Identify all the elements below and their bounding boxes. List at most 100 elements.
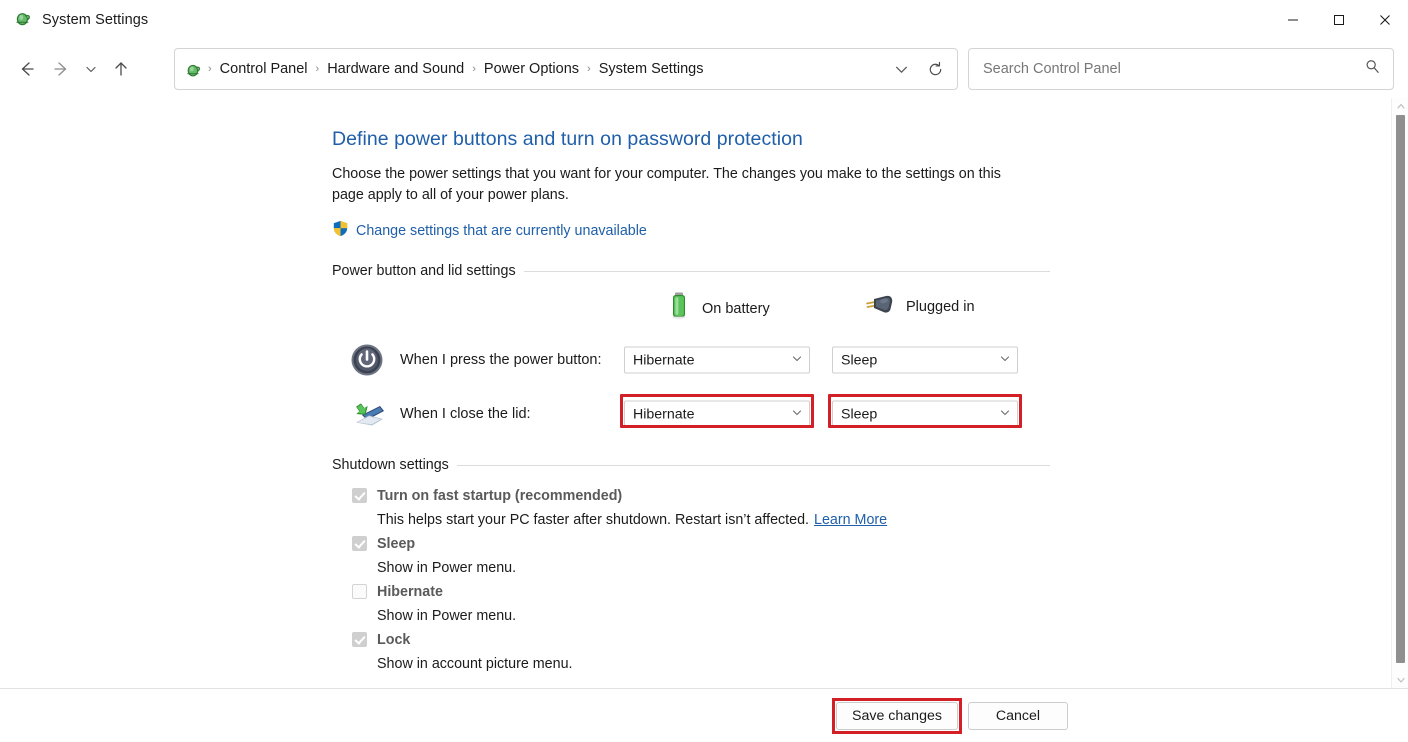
- system-settings-window: System Settings › Control Panel › Hardwa…: [0, 0, 1408, 742]
- vertical-scrollbar[interactable]: [1391, 98, 1408, 688]
- chevron-down-icon: [791, 405, 803, 423]
- group-divider: [456, 464, 1050, 466]
- setting-row-close-lid: When I close the lid: Hibernate Sleep: [332, 387, 1052, 441]
- maximize-button[interactable]: [1316, 0, 1362, 40]
- checkbox-row-lock[interactable]: Lock: [352, 627, 1052, 652]
- checkbox-sleep[interactable]: [352, 536, 367, 551]
- settings-page: Define power buttons and turn on passwor…: [332, 98, 1052, 675]
- battery-icon: [666, 291, 692, 326]
- page-title: Define power buttons and turn on passwor…: [332, 128, 803, 150]
- learn-more-link[interactable]: Learn More: [814, 512, 887, 528]
- breadcrumb-item-control-panel[interactable]: Control Panel: [214, 57, 314, 81]
- title-bar-left: System Settings: [0, 9, 148, 32]
- search-icon[interactable]: [1364, 58, 1381, 80]
- checkbox-sub-fast-startup: This helps start your PC faster after sh…: [377, 508, 1052, 531]
- checkbox-row-fast-startup[interactable]: Turn on fast startup (recommended): [352, 483, 1052, 508]
- checkbox-sub-text: This helps start your PC faster after sh…: [377, 511, 810, 528]
- checkbox-lock[interactable]: [352, 632, 367, 647]
- breadcrumb-item-hardware-and-sound[interactable]: Hardware and Sound: [321, 57, 470, 81]
- checkbox-sub-hibernate: Show in Power menu.: [377, 604, 1052, 627]
- content-area: Define power buttons and turn on passwor…: [0, 98, 1408, 688]
- minimize-button[interactable]: [1270, 0, 1316, 40]
- title-bar: System Settings: [0, 0, 1408, 40]
- setting-label-power-button: When I press the power button:: [400, 352, 602, 368]
- dropdown-close-lid-plugged-in[interactable]: Sleep: [832, 400, 1018, 428]
- checkbox-label-lock: Lock: [377, 631, 411, 648]
- column-label-on-battery: On battery: [702, 300, 770, 317]
- checkbox-row-hibernate[interactable]: Hibernate: [352, 579, 1052, 604]
- up-arrow-icon: [115, 62, 127, 76]
- recent-locations-button[interactable]: [78, 52, 104, 86]
- setting-row-power-button: When I press the power button: Hibernate…: [332, 333, 1052, 387]
- dropdown-close-lid-on-battery[interactable]: Hibernate: [624, 400, 810, 428]
- checkbox-sub-sleep: Show in Power menu.: [377, 556, 1052, 579]
- window-controls: [1270, 0, 1408, 40]
- chevron-down-icon: [999, 405, 1011, 423]
- close-icon: [1380, 15, 1390, 25]
- power-lid-group-header: Power button and lid settings: [332, 263, 1050, 279]
- save-changes-button[interactable]: Save changes: [836, 702, 958, 730]
- power-options-icon: [185, 61, 202, 78]
- address-bar[interactable]: › Control Panel › Hardware and Sound › P…: [174, 48, 958, 90]
- maximize-icon: [1334, 15, 1344, 25]
- search-box[interactable]: [968, 48, 1394, 90]
- dropdown-value: Hibernate: [633, 352, 695, 368]
- group-divider: [523, 270, 1050, 272]
- power-options-icon: [14, 9, 32, 32]
- checkbox-sub-text: Show in Power menu.: [377, 607, 517, 624]
- breadcrumb-separator: ›: [472, 63, 476, 75]
- checkbox-label-fast-startup: Turn on fast startup (recommended): [377, 487, 623, 504]
- breadcrumb-separator: ›: [315, 63, 320, 75]
- dropdown-power-button-on-battery[interactable]: Hibernate: [624, 346, 810, 374]
- uac-change-settings-link[interactable]: Change settings that are currently unava…: [356, 223, 647, 239]
- column-headers: On battery Plugged in: [332, 291, 1052, 333]
- chevron-down-icon: [791, 351, 803, 369]
- shutdown-group-label: Shutdown settings: [332, 457, 449, 473]
- footer-bar: Save changes Cancel: [0, 689, 1408, 742]
- refresh-icon: [929, 61, 941, 75]
- checkbox-sub-text: Show in account picture menu.: [377, 655, 573, 672]
- nav-buttons: [0, 52, 138, 86]
- checkbox-label-sleep: Sleep: [377, 535, 416, 552]
- scroll-up-icon[interactable]: [1392, 98, 1408, 114]
- uac-change-settings-row[interactable]: Change settings that are currently unava…: [332, 220, 1052, 242]
- checkbox-row-sleep[interactable]: Sleep: [352, 531, 1052, 556]
- column-header-plugged-in: Plugged in: [864, 291, 975, 322]
- forward-button[interactable]: [44, 52, 78, 86]
- up-button[interactable]: [104, 52, 138, 86]
- minimize-icon: [1288, 19, 1298, 21]
- breadcrumb-item-power-options[interactable]: Power Options: [478, 57, 585, 81]
- breadcrumb: › Control Panel › Hardware and Sound › P…: [185, 57, 885, 81]
- power-button-icon: [350, 343, 384, 377]
- history-dropdown-button[interactable]: [885, 53, 917, 85]
- chevron-down-icon: [86, 66, 96, 73]
- address-bar-actions: [885, 53, 951, 85]
- refresh-button[interactable]: [919, 53, 951, 85]
- back-button[interactable]: [10, 52, 44, 86]
- forward-arrow-icon: [54, 62, 67, 76]
- close-button[interactable]: [1362, 0, 1408, 40]
- dropdown-value: Hibernate: [633, 406, 695, 422]
- breadcrumb-separator: ›: [208, 63, 212, 75]
- breadcrumb-item-system-settings[interactable]: System Settings: [593, 57, 710, 81]
- scrollbar-thumb[interactable]: [1396, 115, 1405, 663]
- column-header-on-battery: On battery: [666, 291, 770, 326]
- window-title: System Settings: [42, 12, 149, 28]
- checkbox-hibernate[interactable]: [352, 584, 367, 599]
- dropdown-value: Sleep: [841, 352, 878, 368]
- shutdown-group-header: Shutdown settings: [332, 457, 1050, 473]
- checkbox-fast-startup[interactable]: [352, 488, 367, 503]
- breadcrumb-separator: ›: [587, 63, 591, 75]
- checkbox-label-hibernate: Hibernate: [377, 583, 443, 600]
- power-lid-group-label: Power button and lid settings: [332, 263, 516, 279]
- dropdown-power-button-plugged-in[interactable]: Sleep: [832, 346, 1018, 374]
- page-description: Choose the power settings that you want …: [332, 166, 1001, 203]
- dropdown-value: Sleep: [841, 406, 878, 422]
- column-label-plugged-in: Plugged in: [906, 298, 975, 315]
- cancel-button[interactable]: Cancel: [968, 702, 1068, 730]
- power-plug-icon: [864, 291, 896, 322]
- scroll-down-icon[interactable]: [1392, 672, 1408, 688]
- setting-label-close-lid: When I close the lid:: [400, 406, 531, 422]
- checkbox-sub-text: Show in Power menu.: [377, 559, 517, 576]
- search-input[interactable]: [981, 60, 1364, 78]
